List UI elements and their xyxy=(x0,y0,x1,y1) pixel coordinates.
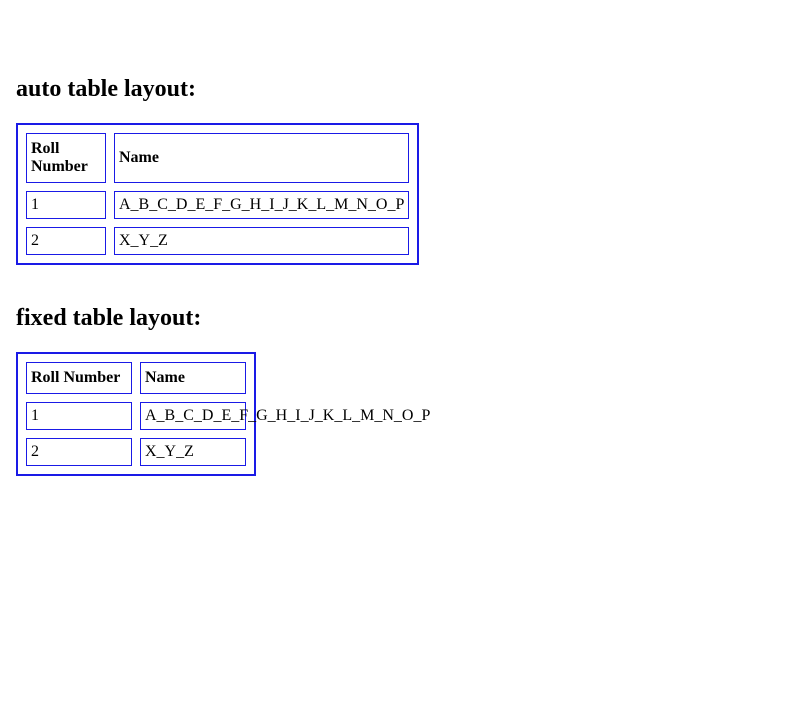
cell-name: A_B_C_D_E_F_G_H_I_J_K_L_M_N_O_P xyxy=(140,402,246,430)
header-name: Name xyxy=(114,133,409,183)
auto-layout-table: Roll Number Name 1 A_B_C_D_E_F_G_H_I_J_K… xyxy=(16,123,419,265)
cell-name: X_Y_Z xyxy=(140,438,246,466)
table-header-row: Roll Number Name xyxy=(26,362,246,394)
cell-roll-number: 2 xyxy=(26,438,132,466)
cell-name: X_Y_Z xyxy=(114,227,409,255)
fixed-layout-table: Roll Number Name 1 A_B_C_D_E_F_G_H_I_J_K… xyxy=(16,352,256,476)
cell-roll-number: 1 xyxy=(26,191,106,219)
auto-layout-heading: auto table layout: xyxy=(16,76,776,103)
header-roll-number: Roll Number xyxy=(26,133,106,183)
table-row: 2 X_Y_Z xyxy=(26,227,409,255)
fixed-layout-heading: fixed table layout: xyxy=(16,305,776,332)
table-header-row: Roll Number Name xyxy=(26,133,409,183)
header-roll-number: Roll Number xyxy=(26,362,132,394)
header-name: Name xyxy=(140,362,246,394)
table-row: 2 X_Y_Z xyxy=(26,438,246,466)
cell-roll-number: 2 xyxy=(26,227,106,255)
cell-roll-number: 1 xyxy=(26,402,132,430)
table-row: 1 A_B_C_D_E_F_G_H_I_J_K_L_M_N_O_P xyxy=(26,402,246,430)
table-row: 1 A_B_C_D_E_F_G_H_I_J_K_L_M_N_O_P xyxy=(26,191,409,219)
cell-name: A_B_C_D_E_F_G_H_I_J_K_L_M_N_O_P xyxy=(114,191,409,219)
